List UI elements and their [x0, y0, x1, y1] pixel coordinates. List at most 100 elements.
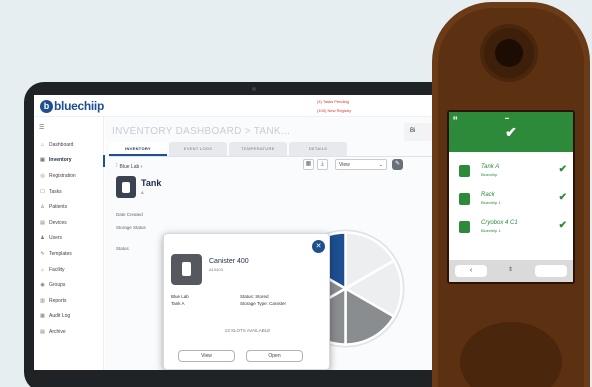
sidebar-item-label: Archive: [49, 328, 66, 335]
chevron-down-icon: ⌄: [378, 162, 383, 168]
reader-list-item[interactable]: Cryobox 4 C1 Bluechiip 1 ✔: [459, 218, 569, 236]
sidebar-item-groups[interactable]: ◉ Groups: [34, 277, 104, 293]
view-select[interactable]: View ⌄: [335, 159, 387, 170]
breadcrumb-label: Blue Lab ›: [119, 163, 143, 170]
sidebar: ☰ ⌂ Dashboard ▣ Inventory ◎ Registration ☐ Task…: [34, 117, 105, 370]
popup-storage-type: Storage Type: Canister: [240, 301, 286, 306]
toolbar: ▦ ⤓ View ⌄ ✎: [303, 159, 403, 170]
app-logo[interactable]: b bluechiip: [40, 99, 104, 113]
facility-icon: ⌂: [40, 266, 45, 273]
reader-header: ▮▮ ▬ ✔: [449, 112, 573, 152]
popup-location-label: Blue Lab: [171, 294, 189, 299]
sidebar-item-label: Patients: [49, 204, 68, 211]
date-created-label: Date Created: [116, 212, 143, 217]
item-subtitle: Bluechiip 1: [481, 228, 501, 233]
storage-status-label: Storage Status: [116, 225, 146, 230]
reader-screen: ▮▮ ▬ ✔ Tank A Bluechiip ✔ Rack Bluechiip 1 ✔ C…: [447, 110, 575, 284]
sidebar-item-archive[interactable]: ▤ Archive: [34, 324, 104, 340]
sidebar-item-tasks[interactable]: ☐ Tasks: [34, 184, 104, 200]
item-subtitle: Bluechiip 1: [481, 200, 501, 205]
item-type-icon: [459, 221, 470, 233]
reader-lens: [495, 39, 523, 67]
menu-icon[interactable]: ☰: [39, 124, 44, 131]
tab-inventory[interactable]: INVENTORY: [109, 142, 167, 156]
sidebar-item-patients[interactable]: ♙ Patients: [34, 199, 104, 215]
item-subtitle: Bluechiip: [481, 172, 498, 177]
success-check-icon: ✔: [505, 124, 517, 140]
breadcrumb[interactable]: ⫶ Blue Lab ›: [116, 163, 142, 170]
sidebar-item-inventory[interactable]: ▣ Inventory: [34, 153, 105, 169]
tab-bar: INVENTORY EVENT LOGS TEMPERATURE DETAILS: [109, 142, 349, 156]
tab-temperature[interactable]: TEMPERATURE: [229, 142, 287, 156]
archive-icon: ▤: [40, 328, 45, 335]
audit-log-icon: ▦: [40, 313, 45, 320]
hierarchy-icon: ⫶: [116, 163, 118, 169]
reader-list-item[interactable]: Rack Bluechiip 1 ✔: [459, 190, 569, 208]
page-title: INVENTORY DASHBOARD > TANK...: [112, 126, 291, 137]
users-icon: ♟: [40, 235, 45, 242]
logo-mark: b: [40, 99, 53, 113]
tablet-camera: [252, 87, 256, 91]
tank-subtitle: A: [141, 190, 144, 195]
close-icon[interactable]: ✕: [312, 240, 325, 253]
scroll-indicator-icon: ⇕: [508, 267, 514, 273]
sidebar-item-label: Inventory: [49, 157, 72, 164]
canister-popup: Canister 400 A10403 Blue Lab Tank A Stat…: [163, 233, 330, 370]
view-button[interactable]: View: [178, 350, 235, 362]
back-button[interactable]: ‹: [455, 265, 487, 277]
sidebar-item-reports[interactable]: ▥ Reports: [34, 293, 104, 309]
grid-view-icon[interactable]: ▦: [303, 159, 314, 170]
devices-icon: ▤: [40, 219, 45, 226]
sidebar-nav: ⌂ Dashboard ▣ Inventory ◎ Registration ☐ Tasks ♙…: [34, 137, 105, 340]
tabs-divider: [109, 156, 449, 157]
templates-icon: ✎: [40, 250, 45, 257]
item-type-icon: [459, 165, 470, 177]
popup-location-value: Tank A: [171, 301, 185, 306]
slots-available: 13 SLOTS AVAILABLE: [224, 328, 271, 333]
inventory-icon: ▣: [40, 157, 45, 164]
sidebar-item-label: Users: [49, 235, 63, 242]
sidebar-item-dashboard[interactable]: ⌂ Dashboard: [34, 137, 104, 153]
view-select-label: View: [339, 162, 350, 168]
tasks-icon: ☐: [40, 188, 45, 195]
tank-icon: [116, 176, 136, 198]
sidebar-item-label: Tasks: [49, 188, 62, 195]
registration-icon: ◎: [40, 172, 45, 179]
status-label: Status: [116, 246, 129, 251]
edit-button[interactable]: ✎: [392, 159, 403, 170]
handheld-reader: ▮▮ ▬ ✔ Tank A Bluechiip ✔ Rack Bluechiip 1 ✔ C…: [432, 2, 590, 387]
top-bar: b bluechiip (4) Tasks Pending (100) New …: [34, 95, 450, 117]
dashboard-icon: ⌂: [40, 141, 45, 148]
reader-footer: ‹ ⇕: [449, 260, 573, 282]
sidebar-item-label: Audit Log: [49, 313, 71, 320]
open-button[interactable]: Open: [246, 350, 303, 362]
logo-text: bluechiip: [54, 99, 104, 113]
item-title: Rack: [481, 192, 495, 198]
new-registry-alert[interactable]: (100) New Registry: [317, 108, 351, 113]
sidebar-item-label: Groups: [49, 282, 66, 289]
item-title: Cryobox 4 C1: [481, 220, 518, 226]
patients-icon: ♙: [40, 204, 45, 211]
sidebar-item-label: Facility: [49, 266, 65, 273]
check-icon: ✔: [558, 164, 567, 175]
sidebar-item-devices[interactable]: ▤ Devices: [34, 215, 104, 231]
tablet-device: b bluechiip (4) Tasks Pending (100) New …: [24, 82, 464, 387]
item-title: Tank A: [481, 164, 500, 170]
tasks-pending-alert[interactable]: (4) Tasks Pending: [317, 99, 349, 104]
battery-icon: ▮▮: [453, 115, 458, 120]
sidebar-item-templates[interactable]: ✎ Templates: [34, 246, 104, 262]
reports-icon: ▥: [40, 297, 45, 304]
sidebar-item-facility[interactable]: ⌂ Facility: [34, 262, 104, 278]
sidebar-item-audit-log[interactable]: ▦ Audit Log: [34, 309, 104, 325]
sidebar-item-label: Registration: [49, 172, 76, 179]
sidebar-item-users[interactable]: ♟ Users: [34, 231, 104, 247]
download-icon[interactable]: ⤓: [317, 159, 328, 170]
tab-event-logs[interactable]: EVENT LOGS: [169, 142, 227, 156]
reader-list-item[interactable]: Tank A Bluechiip ✔: [459, 162, 569, 180]
tab-details[interactable]: DETAILS: [289, 142, 347, 156]
sidebar-item-label: Reports: [49, 297, 67, 304]
sidebar-item-registration[interactable]: ◎ Registration: [34, 168, 104, 184]
next-button[interactable]: [535, 265, 567, 277]
check-icon: ✔: [558, 220, 567, 231]
popup-code: A10403: [209, 267, 223, 272]
